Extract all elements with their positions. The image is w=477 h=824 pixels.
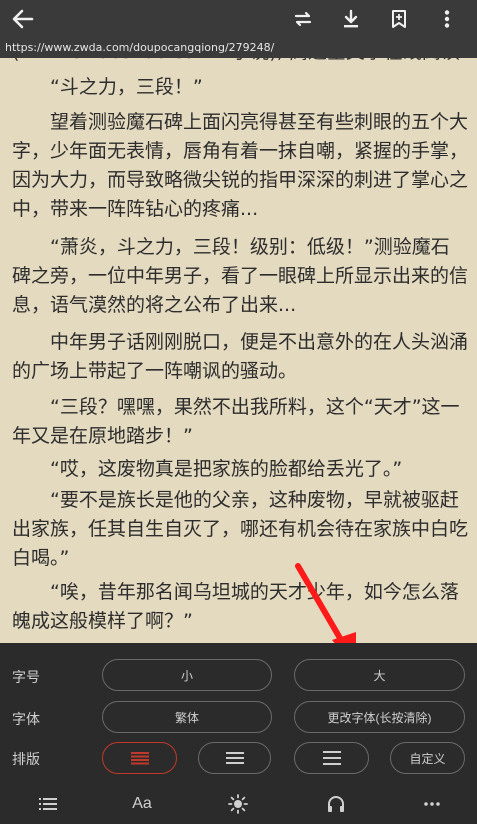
bookmark-icon	[392, 10, 406, 28]
paragraph: “唉，昔年那名闻乌坦城的天才少年，如今怎么落魄成这般模样了啊？”	[12, 581, 459, 632]
swap-button[interactable]	[279, 4, 327, 34]
top-toolbar	[0, 0, 477, 38]
font-face-label: 字体	[12, 712, 40, 728]
back-arrow-icon[interactable]	[10, 6, 36, 32]
paragraph: “萧炎，斗之力，三段！级别：低级！”测验魔石碑之旁，一位中年男子，看了一眼碑上所…	[12, 236, 469, 316]
change-font-button[interactable]: 更改字体(长按清除)	[294, 701, 465, 733]
font-aa-icon: Aa	[132, 795, 152, 812]
layout-label: 排版	[12, 752, 40, 768]
more-options-button[interactable]	[384, 784, 477, 824]
url-text: https://www.zwda.com/doupocangqiong/2792…	[0, 38, 477, 58]
font-size-label: 字号	[12, 670, 40, 686]
download-button[interactable]	[327, 4, 375, 34]
more-horizontal-icon	[424, 802, 440, 806]
bookmark-button[interactable]	[375, 4, 423, 34]
layout-normal-button[interactable]	[198, 742, 271, 774]
toolbar-actions	[279, 4, 471, 34]
line-spacing-normal-icon	[225, 752, 244, 764]
custom-layout-button[interactable]: 自定义	[390, 742, 465, 774]
paragraph: 望着测验魔石碑上面闪亮得甚至有些刺眼的五个大字，少年面无表情，唇角有着一抹自嘲，…	[12, 111, 469, 220]
paragraph: “要不是族长是他的父亲，这种废物，早就被驱赶出家族，任其自生自灭了，哪还有机会待…	[12, 489, 469, 569]
paragraph: “斗之力，三段！”	[50, 76, 203, 98]
paragraph: “哎，这废物真是把家族的脸都给丢光了。”	[50, 458, 403, 480]
line-spacing-compact-icon	[130, 752, 149, 765]
list-icon	[39, 798, 57, 810]
audio-read-button[interactable]	[288, 784, 384, 824]
traditional-chinese-button[interactable]: 繁体	[102, 701, 272, 733]
paragraph: 中年男子话刚刚脱口，便是不出意外的在人头汹涌的广场上带起了一阵嘲讽的骚动。	[12, 331, 469, 382]
table-of-contents-button[interactable]	[0, 784, 96, 824]
line-spacing-loose-icon	[322, 751, 341, 765]
layout-loose-button[interactable]	[294, 742, 369, 774]
reading-content[interactable]: (www.exiaoshuo.com E小说), 高速全文字在线阅读! “斗之力…	[0, 58, 477, 643]
font-settings-button[interactable]: Aa	[94, 784, 190, 824]
layout-compact-button[interactable]	[102, 742, 177, 774]
swap-icon	[294, 11, 312, 27]
more-vertical-button[interactable]	[423, 4, 471, 34]
paragraph: “三段？嘿嘿，果然不出我所料，这个“天才”这一年又是在原地踏步！”	[12, 396, 460, 447]
font-smaller-button[interactable]: 小	[102, 659, 272, 691]
bottom-navigation: Aa	[0, 784, 477, 824]
partial-text-line: (www.exiaoshuo.com E小说), 高速全文字在线阅读!	[0, 58, 477, 66]
more-vertical-icon	[444, 10, 450, 28]
font-larger-button[interactable]: 大	[294, 659, 465, 691]
brightness-button[interactable]	[190, 784, 286, 824]
headphones-icon	[328, 796, 344, 812]
brightness-icon	[228, 794, 248, 814]
download-icon	[344, 9, 358, 28]
reader-settings-panel: 字号 小 大 字体 繁体 更改字体(长按清除) 排版 自定义 Aa	[0, 643, 477, 824]
